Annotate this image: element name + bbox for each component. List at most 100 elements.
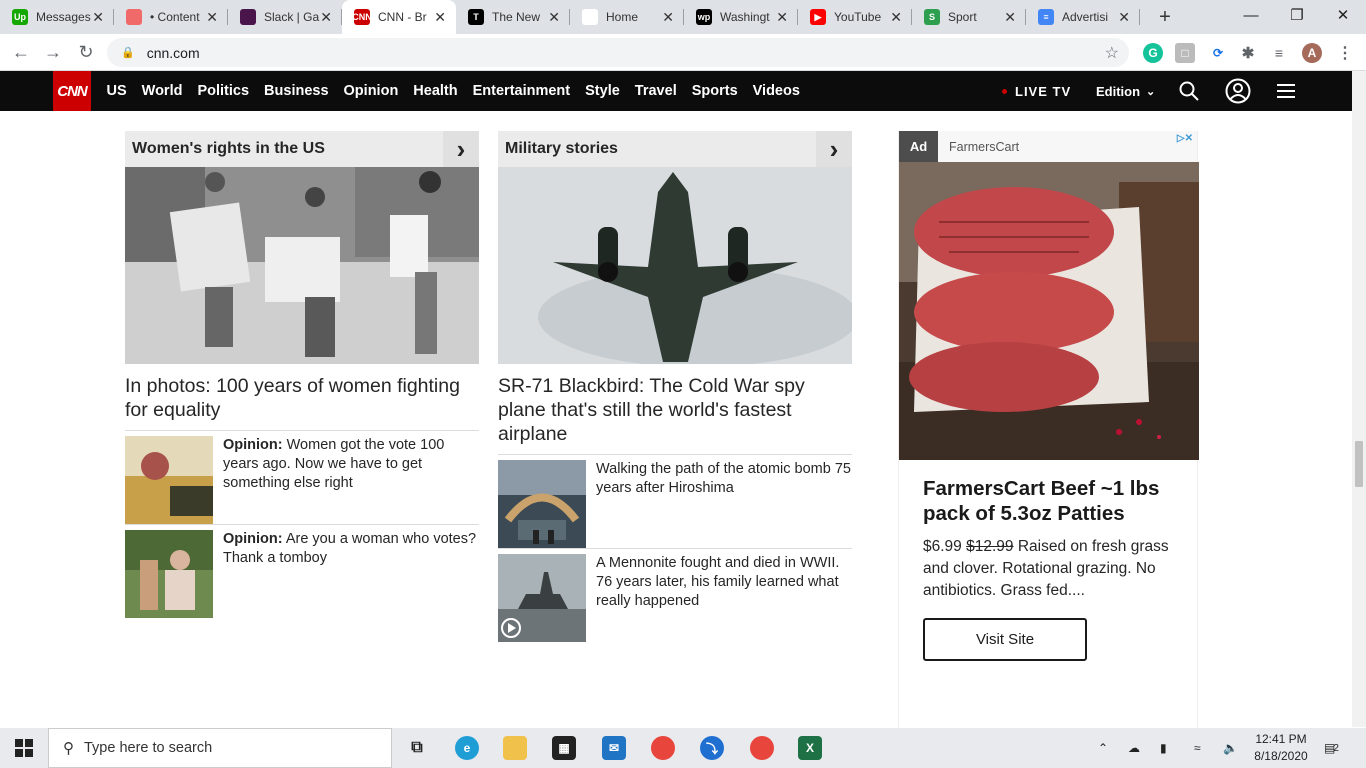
taskbar-search-input[interactable]: ⚲ Type here to search [48,728,392,768]
nav-link-travel[interactable]: Travel [635,83,677,99]
nav-link-world[interactable]: World [142,83,183,99]
nav-link-videos[interactable]: Videos [753,83,800,99]
browser-tab[interactable]: S Sport ✕ [912,0,1026,34]
ad-image[interactable] [899,162,1199,460]
nav-link-health[interactable]: Health [413,83,457,99]
excel-icon[interactable]: X [798,736,822,760]
battery-icon[interactable]: ▮ [1160,728,1167,768]
close-tab-icon[interactable]: ✕ [434,9,446,26]
puzzle-icon[interactable]: ✱ [1238,43,1258,63]
list-item[interactable]: Opinion: Are you a woman who votes? Than… [125,524,479,618]
file-explorer-icon[interactable] [503,736,527,760]
show-hidden-icons[interactable]: ⌃ [1098,728,1108,768]
reload-button[interactable]: ↻ [71,37,101,67]
grammarly-extension-icon[interactable]: G [1143,43,1163,63]
search-icon[interactable] [1179,71,1199,111]
story-thumbnail[interactable] [125,436,213,524]
notifications-icon[interactable]: ▤ 2 [1324,728,1339,768]
visit-site-button[interactable]: Visit Site [923,618,1087,661]
media-control-icon[interactable]: ≡ [1269,43,1289,63]
close-tab-icon[interactable]: ✕ [776,9,788,26]
section-header[interactable]: Women's rights in the US › [125,131,479,167]
ad-header: Ad FarmersCart ▷✕ [899,131,1197,162]
edition-dropdown[interactable]: Edition ⌄ [1096,71,1155,111]
microsoft-store-icon[interactable]: ▦ [552,736,576,760]
browser-tab[interactable]: Slack | Ga ✕ [228,0,342,34]
windows-start-icon[interactable] [0,728,48,768]
browser-tab[interactable]: • Content ✕ [114,0,228,34]
browser-tab[interactable]: CNN CNN - Br ✕ [342,0,456,34]
new-tab-button[interactable]: + [1150,0,1180,34]
hero-headline[interactable]: SR-71 Blackbird: The Cold War spy plane … [498,374,852,446]
nav-link-politics[interactable]: Politics [197,83,249,99]
hamburger-menu-icon[interactable] [1277,71,1295,111]
story-title[interactable]: Walking the path of the atomic bomb 75 y… [596,461,851,496]
close-tab-icon[interactable]: ✕ [890,9,902,26]
close-tab-icon[interactable]: ✕ [92,9,104,26]
close-tab-icon[interactable]: ✕ [206,9,218,26]
advertisement[interactable]: Ad FarmersCart ▷✕ FarmersCart Beef ~1 lb… [898,131,1199,728]
extension-icon-2[interactable]: ⟳ [1208,43,1228,63]
hero-image[interactable] [125,167,479,364]
minimize-button[interactable]: — [1228,0,1274,30]
browser-tab[interactable]: ▶ YouTube ✕ [798,0,912,34]
list-item[interactable]: Opinion: Women got the vote 100 years ag… [125,430,479,524]
speaker-muted-icon[interactable]: 🔈 [1223,728,1238,768]
close-tab-icon[interactable]: ✕ [320,9,332,26]
nav-link-entertainment[interactable]: Entertainment [473,83,571,99]
clock[interactable]: 12:41 PM 8/18/2020 [1252,731,1310,765]
chrome-profile-icon[interactable] [750,736,774,760]
ad-source[interactable]: FarmersCart [949,140,1019,154]
scrollbar-thumb[interactable] [1355,441,1363,487]
story-thumbnail[interactable] [498,460,586,548]
browser-tab[interactable]: Home ✕ [570,0,684,34]
close-tab-icon[interactable]: ✕ [1118,9,1130,26]
bookmark-star-icon[interactable]: ☆ [1105,43,1119,63]
nav-link-sports[interactable]: Sports [692,83,738,99]
close-tab-icon[interactable]: ✕ [1004,9,1016,26]
browser-tab[interactable]: T The New ✕ [456,0,570,34]
user-account-icon[interactable] [1225,71,1251,111]
back-button[interactable]: ← [6,37,36,67]
ad-title[interactable]: FarmersCart Beef ~1 lbs pack of 5.3oz Pa… [923,476,1173,526]
mail-icon[interactable]: ✉ [602,736,626,760]
nav-link-us[interactable]: US [107,83,127,99]
wifi-icon[interactable]: ≈ [1194,728,1201,768]
browser-toolbar: ← → ↻ 🔒 cnn.com ☆ G □ ⟳ ✱ ≡ A ⋮ [0,34,1366,71]
avatar[interactable]: A [1302,43,1322,63]
browser-tab[interactable]: Up Messages ✕ [0,0,114,34]
list-item[interactable]: A Mennonite fought and died in WWII. 76 … [498,548,852,642]
story-title[interactable]: A Mennonite fought and died in WWII. 76 … [596,555,839,609]
page-scrollbar[interactable] [1352,71,1366,727]
hero-image[interactable] [498,167,852,364]
adchoices-icon[interactable]: ▷✕ [1177,133,1193,144]
maximize-button[interactable]: ❐ [1274,0,1320,30]
story-thumbnail[interactable] [498,554,586,642]
story-thumbnail[interactable] [125,530,213,618]
address-bar[interactable]: 🔒 cnn.com ☆ [107,38,1129,67]
extension-icon[interactable]: □ [1175,43,1195,63]
cnn-logo[interactable]: CNN [53,71,91,111]
task-view-icon[interactable]: ⧉ [405,736,429,760]
ad-label: Ad [899,131,938,162]
edge-pinned-icon[interactable]: ⤵ [700,736,724,760]
chevron-right-icon[interactable]: › [816,131,852,167]
list-item[interactable]: Walking the path of the atomic bomb 75 y… [498,454,852,548]
chrome-icon[interactable] [651,736,675,760]
menu-kebab-icon[interactable]: ⋮ [1335,43,1355,63]
browser-tab[interactable]: wp Washingt ✕ [684,0,798,34]
nav-link-business[interactable]: Business [264,83,328,99]
live-tv-link[interactable]: LIVE TV [1002,71,1071,111]
edge-browser-icon[interactable]: e [455,736,479,760]
hero-headline[interactable]: In photos: 100 years of women fighting f… [125,374,479,422]
close-window-button[interactable]: ✕ [1320,0,1366,30]
nav-link-opinion[interactable]: Opinion [344,83,399,99]
forward-button[interactable]: → [38,37,68,67]
onedrive-icon[interactable]: ☁ [1128,728,1140,768]
chevron-right-icon[interactable]: › [443,131,479,167]
browser-tab[interactable]: ≡ Advertisi ✕ [1026,0,1140,34]
close-tab-icon[interactable]: ✕ [662,9,674,26]
section-header[interactable]: Military stories › [498,131,852,167]
close-tab-icon[interactable]: ✕ [548,9,560,26]
nav-link-style[interactable]: Style [585,83,620,99]
